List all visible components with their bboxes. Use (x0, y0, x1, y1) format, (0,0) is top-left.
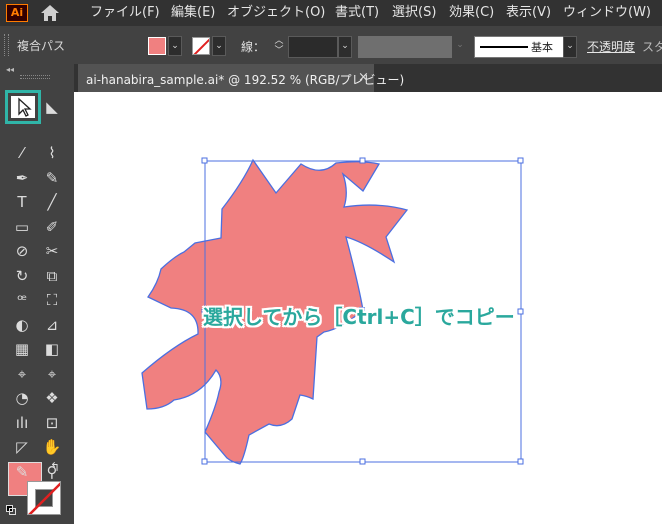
eyedropper-tool-icon[interactable]: ⌖ (11, 363, 33, 385)
paintbrush-tool-icon[interactable]: ✐ (41, 216, 63, 238)
selection-handle-bottom-left[interactable] (201, 458, 208, 465)
mesh-tool-icon[interactable]: ▦ (11, 338, 33, 360)
rotate-tool-icon[interactable]: ↻ (11, 265, 33, 287)
selection-handle-middle-right[interactable] (517, 308, 524, 315)
scissors-tool-icon[interactable]: ✂ (41, 240, 63, 262)
rectangle-tool-icon[interactable]: ▭ (11, 216, 33, 238)
gradient-tool-icon[interactable]: ◧ (41, 338, 63, 360)
hand-tool-icon[interactable]: ✋ (41, 436, 63, 458)
blend-tool-icon[interactable]: ◔ (11, 387, 33, 409)
puppet-warp-tool-icon[interactable]: ✎ (11, 461, 33, 483)
selection-handle-top-right[interactable] (517, 157, 524, 164)
scale-tool-icon[interactable]: ⧉ (41, 265, 63, 287)
selection-handle-top-center[interactable] (359, 157, 366, 164)
free-transform-tool-icon[interactable]: ⛶ (41, 289, 63, 311)
zoom-tool-icon[interactable]: ⚲ (41, 461, 63, 483)
artboard-tool-icon[interactable]: ⊡ (41, 412, 63, 434)
shape-builder-tool-icon[interactable]: ◐ (11, 314, 33, 336)
type-tool-icon[interactable]: T (11, 191, 33, 213)
warp-tool-icon[interactable]: ꟹ (11, 289, 33, 311)
lasso-tool-icon[interactable]: ⌇ (41, 142, 63, 164)
perspective-grid-tool-icon[interactable]: ⊿ (41, 314, 63, 336)
direct-selection-tool-icon[interactable]: ◣ (41, 96, 63, 118)
selection-overlay (201, 157, 524, 465)
shaper-tool-icon[interactable]: ⊘ (11, 240, 33, 262)
column-graph-tool-icon[interactable]: ılı (11, 412, 33, 434)
magic-wand-tool-icon[interactable]: ⁄ (11, 142, 33, 164)
selection-handle-bottom-right[interactable] (517, 458, 524, 465)
pen-tool-icon[interactable]: ✒ (11, 167, 33, 189)
curvature-tool-icon[interactable]: ✎ (41, 167, 63, 189)
instruction-annotation: 選択してから［Ctrl+C］でコピー (203, 305, 515, 329)
eyedropper-alt-tool-icon[interactable]: ⌖ (41, 363, 63, 385)
line-tool-icon[interactable]: ╱ (41, 191, 63, 213)
slice-tool-icon[interactable]: ◸ (11, 436, 33, 458)
symbol-sprayer-tool-icon[interactable]: ❖ (41, 387, 63, 409)
selection-handle-bottom-center[interactable] (359, 458, 366, 465)
selection-handle-top-left[interactable] (201, 157, 208, 164)
